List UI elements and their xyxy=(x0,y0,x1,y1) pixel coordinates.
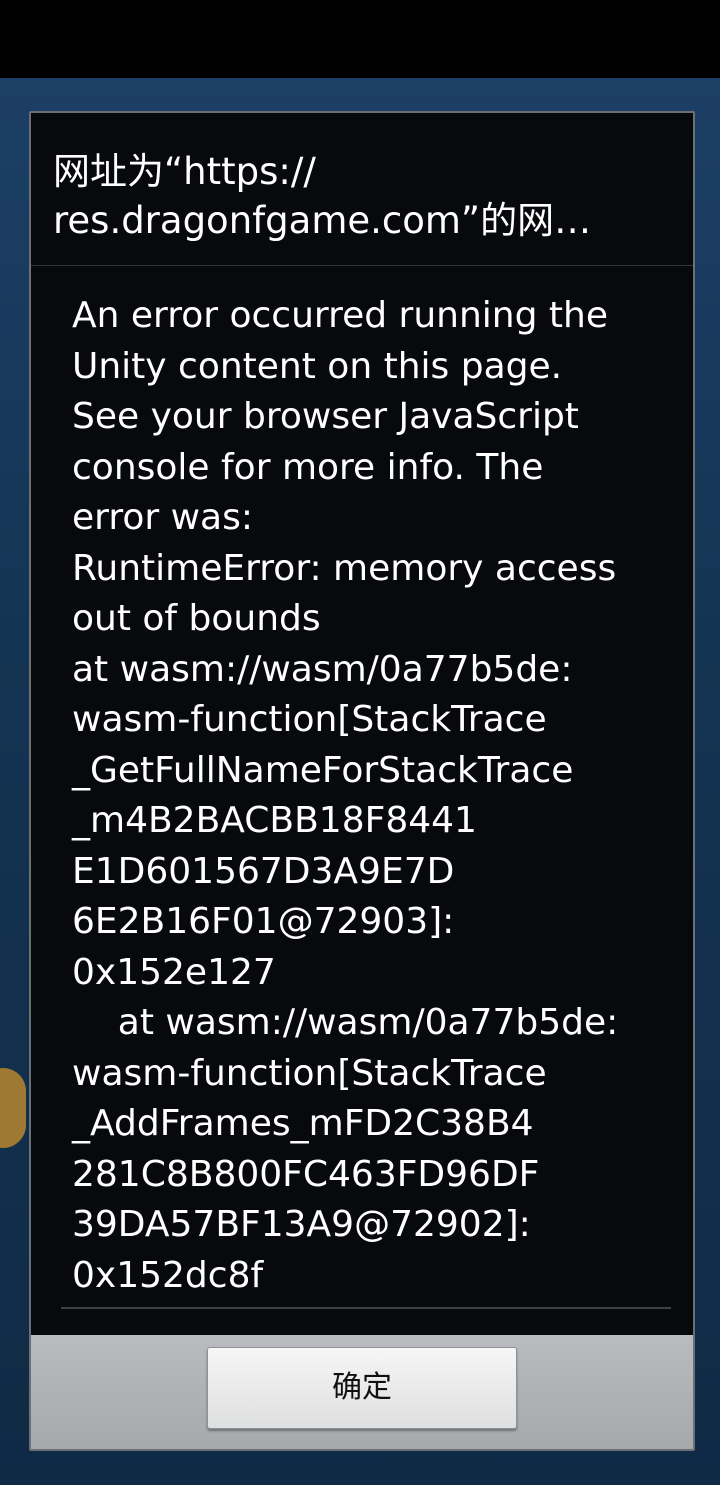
error-message: An error occurred running the Unity cont… xyxy=(72,295,619,1296)
ok-button[interactable]: 确定 xyxy=(207,1347,517,1429)
alert-dialog: 网址为“https:// res.dragonfgame.com”的网… An … xyxy=(29,111,695,1451)
game-character-fragment xyxy=(0,1068,26,1148)
scroll-edge xyxy=(61,1307,671,1309)
dialog-title: 网址为“https:// res.dragonfgame.com”的网… xyxy=(31,113,693,266)
dialog-button-bar: 确定 xyxy=(31,1335,693,1449)
dialog-title-text: 网址为“https:// res.dragonfgame.com”的网… xyxy=(53,150,592,242)
status-bar xyxy=(0,0,720,78)
dialog-body[interactable]: An error occurred running the Unity cont… xyxy=(31,267,693,1335)
